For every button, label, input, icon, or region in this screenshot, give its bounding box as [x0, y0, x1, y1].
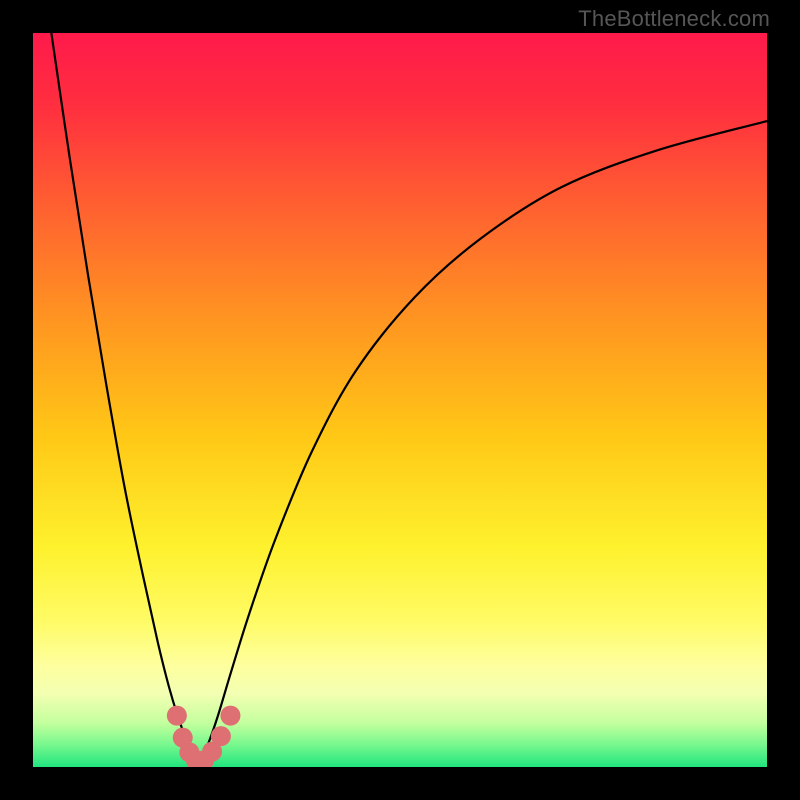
valley-dot	[211, 726, 231, 746]
valley-dot	[167, 706, 187, 726]
chart-svg	[33, 33, 767, 767]
valley-dot	[220, 706, 240, 726]
gradient-background	[33, 33, 767, 767]
chart-plot-area	[33, 33, 767, 767]
outer-frame: TheBottleneck.com	[0, 0, 800, 800]
watermark-label: TheBottleneck.com	[578, 6, 770, 32]
